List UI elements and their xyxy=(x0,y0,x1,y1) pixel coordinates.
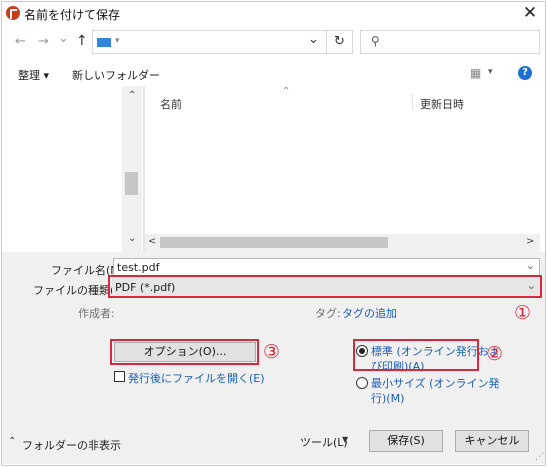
address-bar[interactable] xyxy=(92,30,327,54)
search-icon: ⚲ xyxy=(371,34,380,48)
window-title: 名前を付けて保存 xyxy=(24,8,121,22)
open-after-publish-label[interactable]: 発行後にファイルを開く(E) xyxy=(128,370,265,386)
hide-folders-caret-icon[interactable]: ⌃ xyxy=(8,436,16,447)
resize-grip-icon[interactable]: ⋰ xyxy=(535,452,544,462)
cancel-button[interactable]: キャンセル xyxy=(455,430,529,452)
forward-arrow-icon[interactable]: → xyxy=(38,34,49,49)
annotation-marker-3: ③ xyxy=(263,341,281,363)
minimum-size-label-line2[interactable]: 行)(M) xyxy=(371,390,404,406)
open-after-publish-checkbox[interactable] xyxy=(114,371,125,382)
annotation-marker-1: ① xyxy=(514,302,532,324)
address-caret-icon[interactable]: ▾ xyxy=(115,36,120,46)
recent-dropdown-icon[interactable]: ⌄ xyxy=(58,31,69,46)
file-list[interactable] xyxy=(145,86,540,236)
filename-dropdown-icon[interactable]: ⌄ xyxy=(526,259,535,272)
highlight-box-filetype xyxy=(108,275,542,298)
scroll-down-icon[interactable]: ⌄ xyxy=(128,233,136,244)
save-button[interactable]: 保存(S) xyxy=(369,430,443,452)
column-header-name[interactable]: 名前 xyxy=(160,96,182,112)
view-options-icon[interactable]: ▦ xyxy=(470,66,481,80)
address-chevron-icon[interactable]: ⌄ xyxy=(308,32,319,47)
search-input[interactable]: ⚲ xyxy=(360,30,540,54)
add-tag-link[interactable]: タグの追加 xyxy=(342,305,397,321)
minimum-size-radio[interactable] xyxy=(356,377,368,389)
filename-field[interactable]: test.pdf ⌄ xyxy=(113,258,540,276)
refresh-icon: ↻ xyxy=(334,34,345,49)
column-divider[interactable] xyxy=(412,94,413,110)
close-button[interactable]: ✕ xyxy=(518,2,542,24)
annotation-marker-2: ② xyxy=(486,343,504,365)
navigation-pane[interactable] xyxy=(3,86,120,252)
view-caret-icon[interactable]: ▾ xyxy=(488,67,493,77)
highlight-box-options xyxy=(110,339,259,365)
tag-label: タグ: xyxy=(315,307,341,320)
scroll-left-icon[interactable]: < xyxy=(148,236,156,247)
filename-value: test.pdf xyxy=(117,261,160,274)
back-arrow-icon[interactable]: ← xyxy=(15,34,26,49)
hide-folders-button[interactable]: フォルダーの非表示 xyxy=(22,437,121,453)
organize-menu[interactable]: 整理 ▾ xyxy=(18,67,49,83)
minimum-size-label-line1[interactable]: 最小サイズ (オンライン発 xyxy=(371,375,499,391)
new-folder-button[interactable]: 新しいフォルダー xyxy=(72,67,160,83)
horizontal-scroll-thumb[interactable] xyxy=(160,237,388,248)
highlight-box-standard xyxy=(353,339,479,371)
scroll-right-icon[interactable]: > xyxy=(526,236,534,247)
powerpoint-icon xyxy=(6,6,20,20)
navigation-scrollbar[interactable] xyxy=(122,86,142,252)
help-icon[interactable]: ? xyxy=(518,66,532,80)
tools-menu[interactable]: ツール(L) xyxy=(300,434,348,450)
up-arrow-icon[interactable]: ↑ xyxy=(76,33,88,49)
column-header-modified[interactable]: 更新日時 xyxy=(420,96,464,112)
tools-caret-icon[interactable]: ▼ xyxy=(342,435,348,444)
author-label: 作成者: xyxy=(78,307,115,320)
sort-indicator-icon: ⌃ xyxy=(282,86,291,97)
scroll-up-icon[interactable]: ⌃ xyxy=(128,90,136,101)
folder-icon xyxy=(97,38,111,47)
refresh-button[interactable]: ↻ xyxy=(327,30,353,54)
navigation-scroll-thumb[interactable] xyxy=(125,172,138,195)
